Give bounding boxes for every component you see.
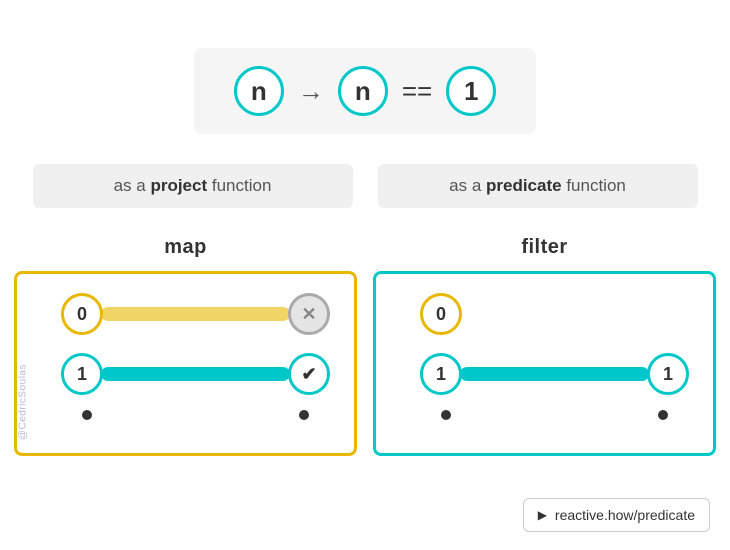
formula-n-label: n bbox=[251, 76, 267, 107]
predicate-bold: predicate bbox=[486, 176, 562, 195]
filter-input-1: 1 bbox=[420, 353, 462, 395]
filter-diagram-box: 0 1 1 bbox=[373, 271, 716, 456]
filter-diagram-container: filter 0 1 1 bbox=[373, 236, 716, 456]
formula-1-label: 1 bbox=[464, 76, 478, 107]
filter-title: filter bbox=[521, 236, 567, 259]
map-track-0 bbox=[101, 307, 290, 321]
filter-row-0: 0 bbox=[420, 292, 689, 336]
filter-content: 0 1 1 bbox=[376, 274, 713, 410]
filter-dot-right bbox=[658, 410, 668, 420]
filter-output-1: 1 bbox=[647, 353, 689, 395]
map-row-0: 0 ✕ bbox=[61, 292, 330, 336]
map-dot-right bbox=[299, 410, 309, 420]
formula-equals: == bbox=[402, 76, 432, 107]
predicate-label-box: as a predicate function bbox=[378, 164, 698, 208]
map-input-1: 1 bbox=[61, 353, 103, 395]
map-input-0: 0 bbox=[61, 293, 103, 335]
filter-row-1: 1 1 bbox=[420, 352, 689, 396]
map-dot-left bbox=[82, 410, 92, 420]
formula-n-circle: n bbox=[234, 66, 284, 116]
filter-track-1 bbox=[460, 367, 649, 381]
project-prefix: as a bbox=[114, 176, 151, 195]
map-dot-row bbox=[17, 410, 354, 432]
formula-n2-label: n bbox=[355, 76, 371, 107]
formula-arrow: → bbox=[298, 76, 324, 107]
map-diagram-box: @CedricSoulas 0 ✕ 1 bbox=[14, 271, 357, 456]
map-output-1: ✔ bbox=[288, 353, 330, 395]
project-label-box: as a project function bbox=[33, 164, 353, 208]
diagrams-row: map @CedricSoulas 0 ✕ 1 bbox=[0, 236, 730, 456]
formula-box: n → n == 1 bbox=[194, 48, 536, 134]
map-track-1 bbox=[101, 367, 290, 381]
formula-n2-circle: n bbox=[338, 66, 388, 116]
map-content: 0 ✕ 1 ✔ bbox=[17, 274, 354, 410]
predicate-suffix: function bbox=[562, 176, 626, 195]
map-output-0: ✕ bbox=[288, 293, 330, 335]
filter-dot-row bbox=[376, 410, 713, 432]
play-icon: ▶ bbox=[538, 508, 547, 522]
link-text: reactive.how/predicate bbox=[555, 507, 695, 523]
project-suffix: function bbox=[207, 176, 271, 195]
formula-1-circle: 1 bbox=[446, 66, 496, 116]
map-title: map bbox=[164, 236, 207, 259]
formula-area: n → n == 1 bbox=[0, 0, 730, 164]
bottom-link[interactable]: ▶ reactive.how/predicate bbox=[523, 498, 710, 532]
project-bold: project bbox=[150, 176, 207, 195]
labels-row: as a project function as a predicate fun… bbox=[0, 164, 730, 208]
filter-dot-left bbox=[441, 410, 451, 420]
predicate-prefix: as a bbox=[449, 176, 486, 195]
filter-input-0: 0 bbox=[420, 293, 462, 335]
map-diagram-container: map @CedricSoulas 0 ✕ 1 bbox=[14, 236, 357, 456]
map-row-1: 1 ✔ bbox=[61, 352, 330, 396]
watermark: @CedricSoulas bbox=[18, 364, 29, 440]
